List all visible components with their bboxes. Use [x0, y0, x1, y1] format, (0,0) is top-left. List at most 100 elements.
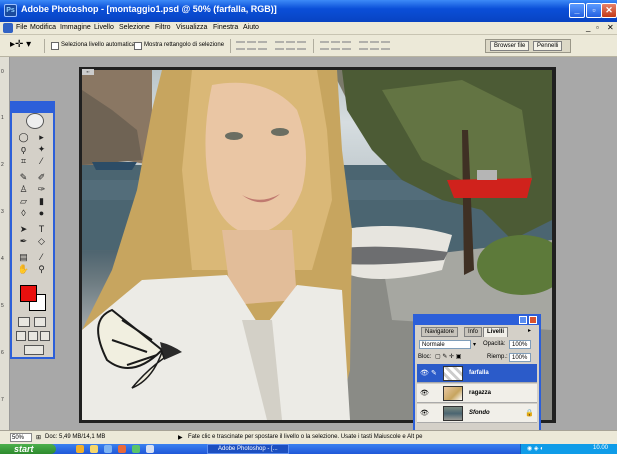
marquee-tool-icon[interactable]: ◯ [16, 131, 31, 143]
menu-immagine[interactable]: Immagine [60, 24, 91, 31]
adobe-online-icon[interactable] [26, 113, 44, 129]
folder-icon[interactable] [90, 445, 98, 453]
auto-select-checkbox[interactable] [51, 42, 59, 50]
quicklaunch-icon[interactable] [76, 445, 84, 453]
show-bounds-checkbox[interactable] [134, 42, 142, 50]
doc-minimize-button[interactable]: _ [586, 23, 590, 32]
move-tool-icon[interactable]: ▸✛ ▾ [10, 39, 31, 50]
standard-mode-button[interactable] [18, 317, 30, 327]
distribute-right-icon[interactable] [381, 41, 390, 50]
dodge-tool-icon[interactable]: ● [34, 207, 49, 219]
align-top-icon[interactable] [236, 41, 245, 50]
menu-finestra[interactable]: Finestra [213, 24, 238, 31]
opacity-field[interactable]: 100% [509, 340, 531, 349]
start-button[interactable]: start [0, 444, 56, 454]
standard-screen-button[interactable] [16, 331, 26, 341]
shape-tool-icon[interactable]: ◇ [34, 235, 49, 247]
notes-tool-icon[interactable]: ▤ [16, 251, 31, 263]
menu-aiuto[interactable]: Aiuto [243, 24, 259, 31]
menu-filtro[interactable]: Filtro [155, 24, 171, 31]
menu-visualizza[interactable]: Visualizza [176, 24, 207, 31]
distribute-top-icon[interactable] [320, 41, 329, 50]
palette-menu-arrow-icon[interactable]: ▸ [528, 327, 531, 334]
dropdown-arrow-icon[interactable]: ▾ [473, 341, 476, 348]
clone-stamp-tool-icon[interactable]: ♙ [16, 183, 31, 195]
maximize-button[interactable]: ▫ [586, 3, 602, 18]
eye-icon[interactable]: 👁 [420, 369, 429, 377]
jump-to-imageready-button[interactable] [24, 345, 44, 355]
zoom-tool-icon[interactable]: ⚲ [34, 263, 49, 275]
distribute-vcenter-icon[interactable] [331, 41, 340, 50]
palette-close-button[interactable] [529, 316, 537, 324]
align-left-icon[interactable] [275, 41, 284, 50]
layer-row-farfalla[interactable]: 👁 ✎ farfalla [417, 364, 537, 383]
brush-tool-icon[interactable]: ✐ [34, 171, 49, 183]
brush-link-icon[interactable]: ✎ [431, 369, 437, 377]
document-info-icon[interactable]: ⊞ [36, 434, 41, 441]
eraser-tool-icon[interactable]: ▱ [16, 195, 31, 207]
document-info[interactable]: Doc: 5,49 MB/14,1 MB [45, 434, 105, 440]
type-tool-icon[interactable]: T [34, 223, 49, 235]
tab-pennelli[interactable]: Pennelli [533, 41, 563, 51]
lock-label: Bloc: [418, 354, 432, 360]
align-right-icon[interactable] [297, 41, 306, 50]
ruler-mark: 6 [1, 350, 4, 356]
tab-livelli[interactable]: Livelli [483, 327, 509, 337]
distribute-left-icon[interactable] [359, 41, 368, 50]
slice-tool-icon[interactable]: ⁄ [34, 155, 49, 167]
healing-brush-tool-icon[interactable]: ✎ [16, 171, 31, 183]
tab-navigatore[interactable]: Navigatore [421, 327, 459, 337]
toolbox-title-bar[interactable] [12, 103, 53, 113]
distribute-hcenter-icon[interactable] [370, 41, 379, 50]
menu-modifica[interactable]: Modifica [30, 24, 56, 31]
menu-livello[interactable]: Livello [94, 24, 114, 31]
move-tool-icon[interactable]: ▸ [34, 131, 49, 143]
path-selection-tool-icon[interactable]: ➤ [16, 223, 31, 235]
layer-name: Sfondo [469, 410, 490, 416]
blend-mode-select[interactable]: Normale [419, 340, 471, 349]
messenger-icon[interactable] [132, 445, 140, 453]
browser-icon[interactable] [118, 445, 126, 453]
document-icon[interactable] [3, 23, 13, 33]
align-vcenter-icon[interactable] [247, 41, 256, 50]
magic-wand-tool-icon[interactable]: ✦ [34, 143, 49, 155]
history-brush-tool-icon[interactable]: ✑ [34, 183, 49, 195]
layer-row-ragazza[interactable]: 👁 ragazza [417, 384, 537, 403]
eyedropper-tool-icon[interactable]: ⁄ [34, 251, 49, 263]
palette-minimize-button[interactable] [519, 316, 527, 324]
quick-mask-mode-button[interactable] [34, 317, 46, 327]
eye-icon[interactable]: 👁 [420, 389, 429, 397]
zoom-field[interactable]: 50% [10, 433, 32, 442]
minimize-button[interactable]: _ [569, 3, 585, 18]
close-button[interactable]: ✕ [601, 3, 617, 18]
fill-field[interactable]: 100% [509, 353, 531, 362]
menu-file[interactable]: File [16, 24, 27, 31]
blur-tool-icon[interactable]: ◊ [16, 207, 31, 219]
tab-browser-file[interactable]: Browser file [490, 41, 530, 51]
align-bottom-icon[interactable] [258, 41, 267, 50]
pen-tool-icon[interactable]: ✒ [16, 235, 31, 247]
menu-selezione[interactable]: Selezione [119, 24, 150, 31]
ruler-mark: 0 [1, 69, 4, 75]
lock-buttons-icon[interactable]: ▢ ✎ ✛ ▣ [435, 353, 461, 360]
eye-icon[interactable]: 👁 [420, 409, 429, 417]
foreground-color-swatch[interactable] [20, 285, 37, 302]
crop-tool-icon[interactable]: ⌗ [16, 155, 31, 167]
full-screen-menu-button[interactable] [28, 331, 38, 341]
lasso-tool-icon[interactable]: ϙ [16, 143, 31, 155]
align-hcenter-icon[interactable] [286, 41, 295, 50]
doc-close-button[interactable]: ✕ [607, 23, 614, 32]
taskbar-item-photoshop[interactable]: Adobe Photoshop - [... [207, 444, 289, 454]
doc-restore-button[interactable]: ▫ [596, 23, 599, 32]
tab-info[interactable]: Info [464, 327, 483, 337]
distribute-bottom-icon[interactable] [342, 41, 351, 50]
play-arrow-icon[interactable]: ▶ [178, 434, 183, 441]
app-icon[interactable] [146, 445, 154, 453]
gradient-tool-icon[interactable]: ▮ [34, 195, 49, 207]
layer-row-sfondo[interactable]: 👁 Sfondo 🔒 [417, 404, 537, 423]
full-screen-button[interactable] [40, 331, 50, 341]
hand-tool-icon[interactable]: ✋ [16, 263, 31, 275]
media-icon[interactable] [104, 445, 112, 453]
ruler-mark: 7 [1, 397, 4, 403]
tray-icons[interactable]: ◉ ◈ ◐ [527, 445, 544, 452]
